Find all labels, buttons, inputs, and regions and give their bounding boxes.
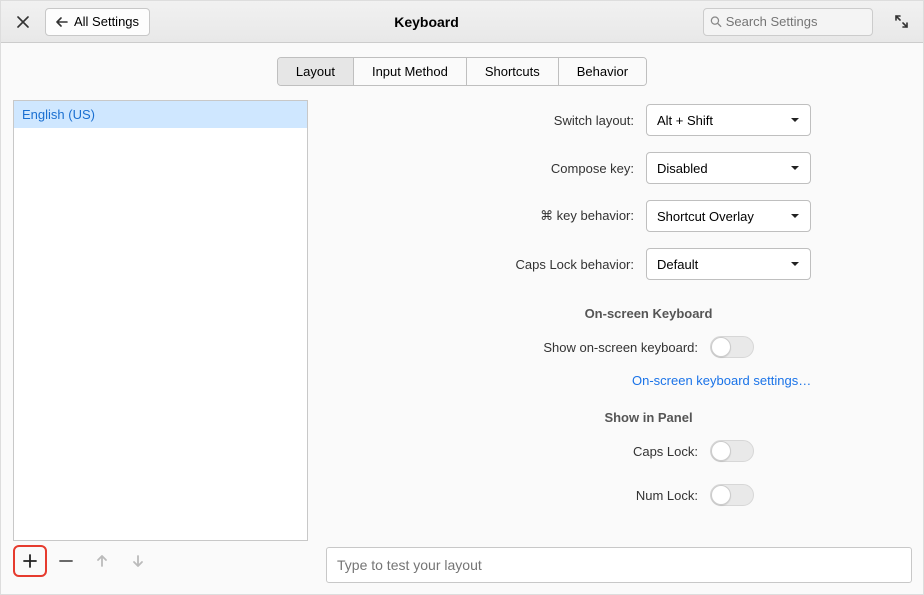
layout-list[interactable]: English (US) [13, 100, 308, 541]
tab-group: Layout Input Method Shortcuts Behavior [277, 57, 647, 86]
onscreen-settings-link[interactable]: On-screen keyboard settings… [326, 373, 811, 388]
row-show-onscreen: Show on-screen keyboard: [326, 329, 924, 365]
row-compose-key: Compose key: Disabled [326, 148, 811, 188]
expand-icon [895, 15, 908, 28]
tab-bar: Layout Input Method Shortcuts Behavior [1, 43, 923, 100]
move-up-button [85, 545, 119, 577]
arrow-down-icon [131, 554, 145, 568]
show-onscreen-toggle[interactable] [710, 336, 754, 358]
search-icon [710, 15, 722, 28]
chevron-down-icon [790, 117, 800, 123]
caps-lock-value: Default [657, 257, 698, 272]
minus-icon [59, 554, 73, 568]
move-down-button [121, 545, 155, 577]
cmd-key-label: ⌘ key behavior: [540, 208, 634, 224]
row-cmd-key: ⌘ key behavior: Shortcut Overlay [326, 196, 811, 236]
row-switch-layout: Switch layout: Alt + Shift [326, 100, 811, 140]
tab-layout[interactable]: Layout [278, 58, 354, 85]
content-area: English (US) Switch layout: Alt + Shift [1, 100, 923, 593]
tab-input-method[interactable]: Input Method [354, 58, 467, 85]
close-icon [17, 16, 29, 28]
chevron-down-icon [790, 213, 800, 219]
onscreen-link-row: On-screen keyboard settings… [326, 373, 924, 388]
compose-key-select[interactable]: Disabled [646, 152, 811, 184]
right-column: Switch layout: Alt + Shift Compose key: … [326, 100, 911, 581]
panel-section-title: Show in Panel [326, 410, 924, 425]
cmd-key-value: Shortcut Overlay [657, 209, 754, 224]
arrow-up-icon [95, 554, 109, 568]
panel-num-label: Num Lock: [636, 488, 698, 503]
maximize-button[interactable] [887, 9, 915, 35]
close-button[interactable] [9, 9, 37, 35]
row-caps-lock: Caps Lock behavior: Default [326, 244, 811, 284]
compose-key-label: Compose key: [551, 161, 634, 176]
switch-layout-select[interactable]: Alt + Shift [646, 104, 811, 136]
compose-key-value: Disabled [657, 161, 708, 176]
switch-layout-value: Alt + Shift [657, 113, 713, 128]
remove-layout-button[interactable] [49, 545, 83, 577]
row-panel-caps: Caps Lock: [326, 433, 924, 469]
left-column: English (US) [13, 100, 308, 581]
panel-num-toggle[interactable] [710, 484, 754, 506]
toggle-knob [711, 441, 731, 461]
toggle-knob [711, 337, 731, 357]
titlebar: All Settings Keyboard [1, 1, 923, 43]
all-settings-button[interactable]: All Settings [45, 8, 150, 36]
panel-caps-toggle[interactable] [710, 440, 754, 462]
test-layout-input[interactable] [326, 547, 912, 583]
all-settings-label: All Settings [74, 14, 139, 29]
toggle-knob [711, 485, 731, 505]
caps-lock-select[interactable]: Default [646, 248, 811, 280]
tab-shortcuts[interactable]: Shortcuts [467, 58, 559, 85]
chevron-down-icon [790, 261, 800, 267]
cmd-key-select[interactable]: Shortcut Overlay [646, 200, 811, 232]
back-arrow-icon [56, 17, 68, 27]
panel-caps-label: Caps Lock: [633, 444, 698, 459]
layout-toolbar [13, 541, 308, 581]
caps-lock-label: Caps Lock behavior: [515, 257, 634, 272]
row-panel-num: Num Lock: [326, 477, 924, 513]
show-onscreen-label: Show on-screen keyboard: [543, 340, 698, 355]
chevron-down-icon [790, 165, 800, 171]
tab-behavior[interactable]: Behavior [559, 58, 646, 85]
onscreen-section-title: On-screen Keyboard [326, 306, 924, 321]
add-layout-button[interactable] [13, 545, 47, 577]
page-title: Keyboard [158, 14, 695, 30]
switch-layout-label: Switch layout: [554, 113, 634, 128]
layout-item[interactable]: English (US) [14, 101, 307, 128]
plus-icon [23, 554, 37, 568]
search-input[interactable] [726, 14, 866, 29]
search-field[interactable] [703, 8, 873, 36]
